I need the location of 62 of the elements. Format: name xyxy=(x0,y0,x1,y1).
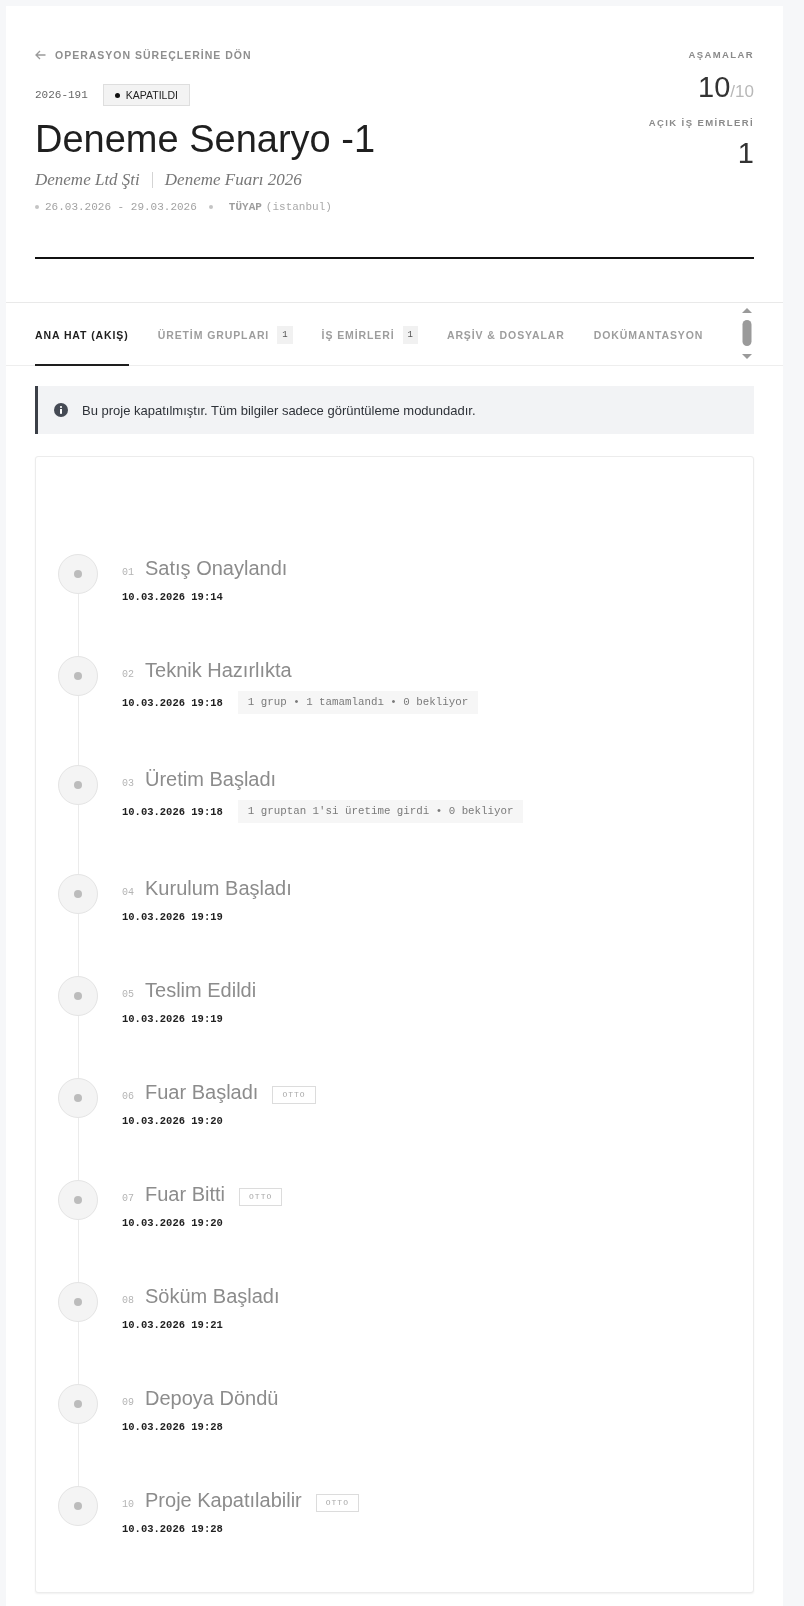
tab[interactable]: ÜRETİM GRUPLARI 1 xyxy=(157,303,293,366)
step-title: Fuar Başladı xyxy=(145,1080,259,1105)
stat-value: 1 xyxy=(737,137,754,169)
stat-total: /10 xyxy=(730,82,754,102)
step-number: 01 xyxy=(122,566,134,580)
step-number: 03 xyxy=(122,777,134,791)
scroll-down-icon[interactable] xyxy=(742,354,752,359)
step-title: Depoya Döndü xyxy=(145,1386,279,1411)
event-name: Deneme Fuarı 2026 xyxy=(164,170,302,190)
step-timestamp: 10.03.2026 19:18 xyxy=(122,695,223,711)
stat-label: AŞAMALAR xyxy=(688,48,754,62)
status-dot-icon xyxy=(114,92,120,98)
customer-name: Deneme Ltd Şti xyxy=(35,170,140,190)
step-title: Teknik Hazırlıkta xyxy=(145,658,292,683)
bullet-icon xyxy=(35,205,39,209)
project-code: 2026-191 xyxy=(35,89,88,101)
step-title: Fuar Bitti xyxy=(145,1182,226,1207)
tab[interactable]: İŞ EMİRLERİ 1 xyxy=(321,303,418,366)
project-title: Deneme Senaryo -1 xyxy=(35,117,376,162)
step-timestamp: 10.03.2026 19:20 xyxy=(122,1114,223,1129)
tag-badge: OTTO xyxy=(239,1188,283,1206)
step-timestamp: 10.03.2026 19:28 xyxy=(122,1420,223,1435)
step-title: Teslim Edildi xyxy=(145,978,257,1003)
venue-name: TÜYAP xyxy=(228,201,262,213)
stat-label: AÇIK İŞ EMİRLERİ xyxy=(648,116,754,130)
step-title: Söküm Başladı xyxy=(145,1284,280,1309)
bullet-icon xyxy=(208,205,213,209)
count-badge: 1 xyxy=(402,325,418,344)
step-number: 04 xyxy=(122,886,134,900)
tag-badge: OTTO xyxy=(315,1494,359,1512)
step-title: Üretim Başladı xyxy=(145,767,277,792)
tag-badge: OTTO xyxy=(272,1086,316,1104)
info-icon xyxy=(54,403,68,417)
step-number: 06 xyxy=(122,1090,134,1104)
arrow-left-icon xyxy=(35,50,46,60)
step-title: Kurulum Başladı xyxy=(145,876,292,901)
step-number: 02 xyxy=(122,668,134,682)
step-timestamp: 10.03.2026 19:21 xyxy=(122,1318,223,1333)
step-number: 09 xyxy=(122,1396,134,1410)
step-title: Satış Onaylandı xyxy=(145,556,288,581)
step-number: 07 xyxy=(122,1192,134,1206)
step-summary: 1 grup • 1 tamamlandı • 0 bekliyor xyxy=(237,691,479,714)
tab[interactable]: ANA HAT (AKIŞ) xyxy=(35,303,129,366)
scroll-up-icon[interactable] xyxy=(742,308,752,313)
notice-text: Bu proje kapatılmıştır. Tüm bilgiler sadece görüntüleme modundadır. xyxy=(82,402,476,418)
step-timestamp: 10.03.2026 19:20 xyxy=(122,1216,223,1231)
step-summary: 1 gruptan 1'si üretime girdi • 0 bekliyor xyxy=(237,800,524,823)
step-timestamp: 10.03.2026 19:14 xyxy=(122,590,223,605)
scrollbar-thumb[interactable] xyxy=(742,320,752,346)
status-label: KAPATILDI xyxy=(125,89,178,101)
step-timestamp: 10.03.2026 19:19 xyxy=(122,1012,223,1027)
step-timestamp: 10.03.2026 19:18 xyxy=(122,804,223,820)
step-number: 08 xyxy=(122,1294,134,1308)
step-number: 05 xyxy=(122,988,134,1002)
step-timestamp: 10.03.2026 19:28 xyxy=(122,1522,223,1537)
step-title: Proje Kapatılabilir xyxy=(145,1488,302,1513)
date-range: 26.03.2026 - 29.03.2026 xyxy=(45,201,197,213)
step-number: 10 xyxy=(122,1498,134,1512)
stat-value: 10 xyxy=(698,71,731,103)
count-badge: 1 xyxy=(277,325,293,344)
step-timestamp: 10.03.2026 19:19 xyxy=(122,910,223,925)
venue-city: (istanbul) xyxy=(265,201,332,213)
